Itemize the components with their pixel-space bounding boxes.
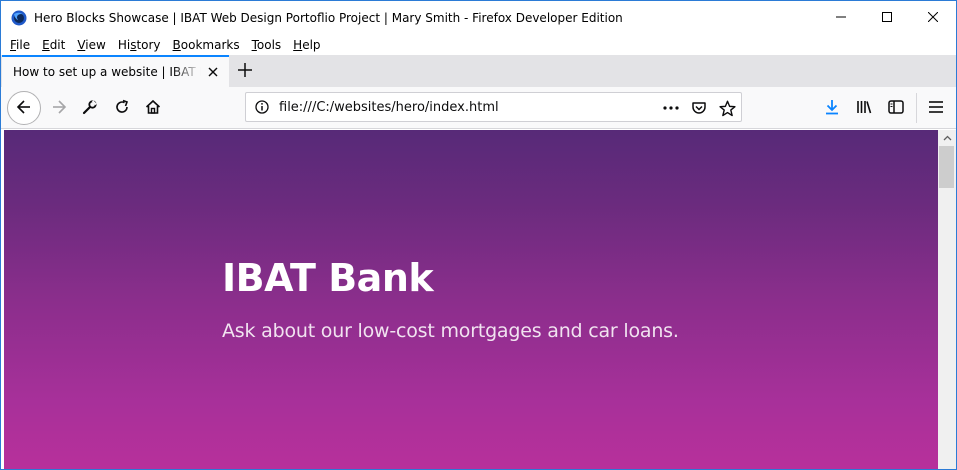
menu-tools[interactable]: Tools (246, 38, 288, 52)
firefox-dev-icon (11, 10, 27, 26)
close-button[interactable] (910, 1, 956, 34)
back-arrow-icon (16, 99, 32, 118)
menu-bar: File Edit View History Bookmarks Tools H… (1, 34, 956, 55)
back-button[interactable] (7, 91, 41, 125)
menu-help[interactable]: Help (287, 38, 326, 52)
hero-subheading: Ask about our low-cost mortgages and car… (222, 320, 679, 342)
reload-button[interactable] (107, 93, 137, 123)
minimize-button[interactable] (818, 1, 864, 34)
sidebar-icon (888, 99, 904, 117)
reload-icon (114, 99, 130, 118)
app-menu-button[interactable] (921, 93, 951, 123)
url-text[interactable]: file:///C:/websites/hero/index.html (279, 100, 499, 115)
browser-window: Hero Blocks Showcase | IBAT Web Design P… (0, 0, 957, 470)
close-icon (927, 11, 939, 25)
tab-close-icon[interactable] (205, 64, 221, 80)
scroll-up-icon[interactable] (938, 130, 956, 146)
downloads-button[interactable] (817, 93, 847, 123)
menu-file[interactable]: File (4, 38, 36, 52)
plus-icon (238, 62, 252, 80)
menu-view[interactable]: View (71, 38, 111, 52)
library-icon (856, 99, 872, 118)
ellipsis-icon[interactable] (660, 97, 682, 119)
wrench-icon (82, 99, 98, 118)
hero-block: IBAT Bank Ask about our low-cost mortgag… (4, 130, 938, 469)
library-button[interactable] (849, 93, 879, 123)
new-tab-button[interactable] (234, 61, 256, 81)
tab-title-fade (172, 59, 202, 85)
url-bar[interactable]: file:///C:/websites/hero/index.html (245, 92, 742, 122)
hamburger-menu-icon (929, 100, 943, 116)
sidebar-button[interactable] (881, 93, 911, 123)
devtools-button[interactable] (75, 93, 105, 123)
download-icon (824, 99, 840, 118)
forward-arrow-icon (51, 99, 67, 118)
window-title: Hero Blocks Showcase | IBAT Web Design P… (34, 11, 623, 25)
maximize-icon (882, 11, 892, 25)
maximize-button[interactable] (864, 1, 910, 34)
star-icon[interactable] (716, 97, 738, 119)
menu-bookmarks[interactable]: Bookmarks (167, 38, 246, 52)
tab-strip: How to set up a website | IBAT Portfolio (1, 55, 956, 87)
hero-heading: IBAT Bank (222, 256, 434, 300)
scroll-thumb[interactable] (939, 146, 954, 188)
nav-toolbar: file:///C:/websites/hero/index.html (1, 87, 956, 129)
home-icon (145, 99, 161, 118)
pocket-icon[interactable] (688, 97, 710, 119)
info-icon[interactable] (254, 99, 270, 115)
vertical-scrollbar[interactable] (938, 130, 956, 469)
menu-edit[interactable]: Edit (36, 38, 71, 52)
tab-active[interactable]: How to set up a website | IBAT Portfolio (2, 55, 229, 87)
home-button[interactable] (138, 93, 168, 123)
minimize-icon (836, 11, 846, 25)
menu-history[interactable]: History (112, 38, 167, 52)
toolbar-separator (916, 93, 917, 123)
title-bar: Hero Blocks Showcase | IBAT Web Design P… (1, 1, 956, 34)
forward-button[interactable] (44, 93, 74, 123)
